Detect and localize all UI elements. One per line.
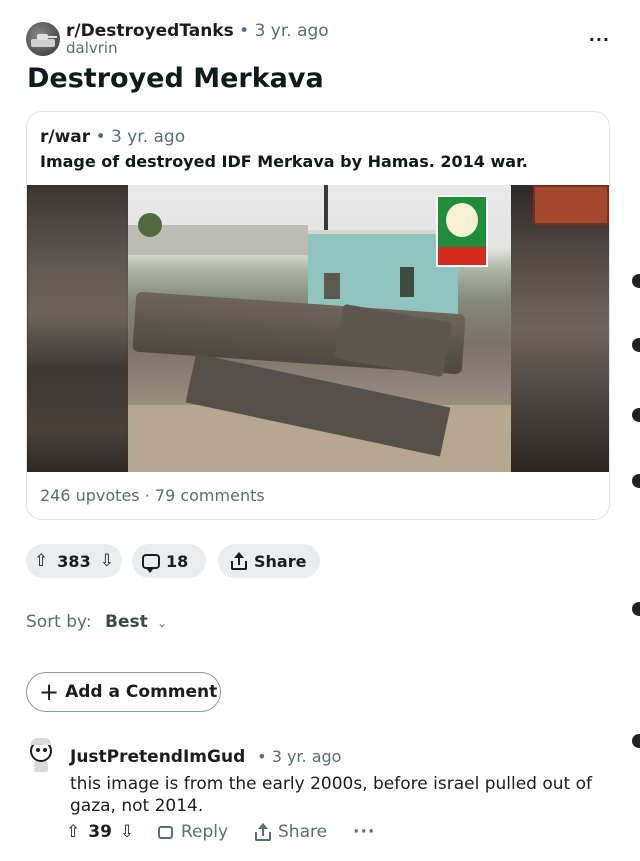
sidebar-avatar-fragment [632, 602, 640, 616]
reply-label: Reply [181, 822, 229, 842]
post-title: Destroyed Merkava [27, 63, 324, 94]
downvote-icon[interactable]: ⇩ [100, 552, 114, 570]
meta-separator: • [239, 21, 250, 41]
author-link[interactable]: dalvrin [66, 39, 118, 57]
comment-author-link[interactable]: JustPretendImGud [70, 747, 245, 767]
comment-share-label: Share [278, 822, 328, 842]
share-button[interactable]: Share [218, 544, 320, 578]
crosspost-separator: • [95, 127, 106, 147]
downvote-icon[interactable]: ⇩ [120, 823, 134, 841]
sort-value: Best [105, 612, 148, 632]
reply-icon [158, 825, 173, 839]
vote-control: ⇧ 383 ⇩ [26, 544, 122, 578]
upvote-icon[interactable]: ⇧ [66, 823, 80, 841]
media-blur-left [27, 185, 129, 472]
comment-share-button[interactable]: Share [254, 822, 327, 842]
post-header: r/DestroyedTanks • 3 yr. ago dalvrin ··· [26, 20, 616, 60]
chevron-down-icon: ⌄ [157, 616, 168, 630]
comment-icon [142, 553, 160, 573]
sidebar-avatar-fragment [632, 338, 640, 352]
share-label: Share [254, 551, 307, 571]
avatar[interactable] [26, 738, 56, 772]
sort-dropdown[interactable]: Sort by: Best ⌄ [26, 610, 167, 635]
crosspost-media[interactable] [27, 185, 609, 472]
subreddit-link[interactable]: r/DestroyedTanks [66, 21, 234, 41]
plus-icon: + [39, 678, 60, 706]
sidebar-avatar-fragment [632, 408, 640, 422]
comment-time: • 3 yr. ago [257, 747, 342, 766]
media-blur-right [511, 185, 609, 472]
add-comment-label: Add a Comment [65, 682, 218, 702]
comment-score: 39 [88, 822, 112, 842]
comment-count: 18 [166, 551, 189, 571]
comment-vote-control: ⇧ 39 ⇩ [66, 822, 134, 842]
destroyed-tank-photo[interactable] [128, 185, 511, 472]
crosspost-card[interactable]: r/war • 3 yr. ago Image of destroyed IDF… [26, 111, 610, 520]
sidebar-avatar-fragment [632, 274, 640, 288]
comment-overflow-button[interactable]: ··· [353, 822, 375, 842]
overflow-menu-button[interactable]: ··· [589, 30, 610, 49]
comments-button[interactable]: 18 [132, 544, 206, 578]
watermark-logo-icon [436, 195, 488, 267]
sidebar-avatar-fragment [632, 474, 640, 488]
sidebar-edge [628, 260, 640, 861]
add-comment-button[interactable]: + Add a Comment [26, 672, 221, 712]
crosspost-time: 3 yr. ago [111, 127, 186, 147]
share-icon [254, 823, 272, 841]
crosspost-subreddit-link[interactable]: r/war [40, 127, 90, 147]
comment-author-line: JustPretendImGud • 3 yr. ago [70, 745, 341, 769]
crosspost-title[interactable]: Image of destroyed IDF Merkava by Hamas.… [40, 150, 528, 174]
post-time: 3 yr. ago [254, 21, 329, 41]
upvote-icon[interactable]: ⇧ [34, 552, 48, 570]
comment-body: this image is from the early 2000s, befo… [70, 774, 592, 816]
sort-label: Sort by: [26, 612, 92, 632]
share-icon [230, 552, 248, 570]
crosspost-stats: 246 upvotes · 79 comments [40, 486, 265, 505]
post-score: 383 [57, 551, 91, 571]
subreddit-avatar[interactable] [26, 22, 60, 56]
sidebar-avatar-fragment [632, 734, 640, 748]
reply-button[interactable]: Reply [158, 822, 228, 842]
comment: JustPretendImGud • 3 yr. ago this image … [26, 738, 606, 858]
crosspost-meta: r/war • 3 yr. ago [40, 125, 185, 149]
